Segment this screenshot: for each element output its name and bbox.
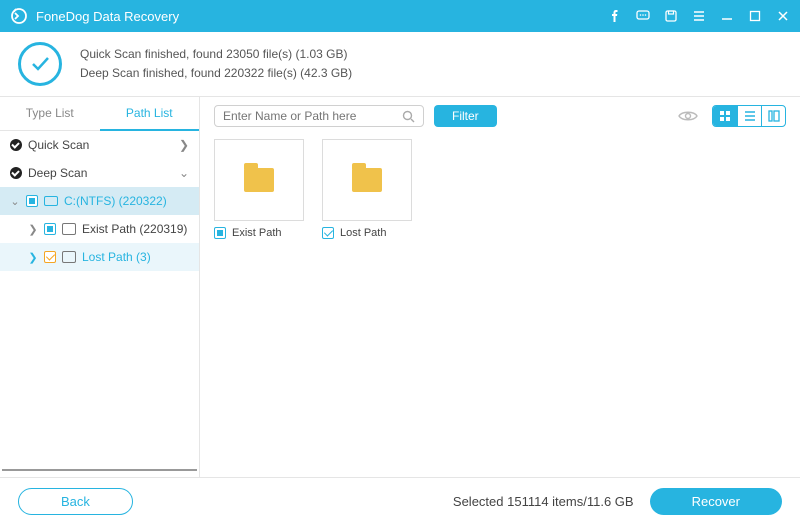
menu-icon[interactable] bbox=[692, 9, 706, 23]
folder-icon bbox=[62, 251, 76, 263]
folder-card-exist-path[interactable]: Exist Path bbox=[214, 139, 304, 239]
quick-scan-status: Quick Scan finished, found 23050 file(s)… bbox=[80, 45, 352, 64]
checkbox-checked-icon[interactable] bbox=[44, 251, 56, 263]
tree-label: Exist Path (220319) bbox=[82, 222, 187, 236]
filter-button[interactable]: Filter bbox=[434, 105, 497, 127]
tree-label: Deep Scan bbox=[28, 166, 87, 180]
view-toggle bbox=[712, 105, 786, 127]
tree-quick-scan[interactable]: Quick Scan ❯ bbox=[0, 131, 199, 159]
path-tree: Quick Scan ❯ Deep Scan ⌄ ⌄ C:(NTFS) (220… bbox=[0, 131, 199, 469]
folder-card-lost-path[interactable]: Lost Path bbox=[322, 139, 412, 239]
search-input[interactable] bbox=[223, 109, 402, 123]
folder-thumb bbox=[214, 139, 304, 221]
folder-icon bbox=[244, 168, 274, 192]
tree-label: Quick Scan bbox=[28, 138, 89, 152]
app-logo-icon bbox=[10, 7, 28, 25]
titlebar: FoneDog Data Recovery bbox=[0, 0, 800, 32]
sidebar-resize-handle[interactable] bbox=[2, 469, 197, 475]
sidebar: Type List Path List Quick Scan ❯ Deep Sc… bbox=[0, 97, 200, 477]
checkbox-partial-icon[interactable] bbox=[26, 195, 38, 207]
checkbox-partial-icon[interactable] bbox=[214, 227, 226, 239]
preview-icon[interactable] bbox=[678, 109, 698, 123]
view-grid-icon[interactable] bbox=[713, 106, 737, 126]
feedback-icon[interactable] bbox=[636, 9, 650, 23]
view-list-icon[interactable] bbox=[737, 106, 761, 126]
view-detail-icon[interactable] bbox=[761, 106, 785, 126]
checkbox-checked-icon[interactable] bbox=[322, 227, 334, 239]
deep-scan-status: Deep Scan finished, found 220322 file(s)… bbox=[80, 64, 352, 83]
search-box[interactable] bbox=[214, 105, 424, 127]
folder-label: Exist Path bbox=[232, 227, 282, 239]
bullet-check-icon bbox=[10, 167, 22, 179]
search-icon[interactable] bbox=[402, 110, 415, 123]
chevron-down-icon: ⌄ bbox=[10, 195, 20, 208]
footer: Back Selected 151114 items/11.6 GB Recov… bbox=[0, 477, 800, 525]
recover-button[interactable]: Recover bbox=[650, 488, 782, 515]
folder-icon bbox=[352, 168, 382, 192]
tree-label: Lost Path (3) bbox=[82, 250, 151, 264]
back-button[interactable]: Back bbox=[18, 488, 133, 515]
folder-icon bbox=[62, 223, 76, 235]
checkbox-partial-icon[interactable] bbox=[44, 223, 56, 235]
tree-deep-scan[interactable]: Deep Scan ⌄ bbox=[0, 159, 199, 187]
close-icon[interactable] bbox=[776, 9, 790, 23]
folder-thumb bbox=[322, 139, 412, 221]
chevron-right-icon: ❯ bbox=[179, 138, 189, 152]
tab-path-list[interactable]: Path List bbox=[100, 97, 200, 131]
scan-status: Quick Scan finished, found 23050 file(s)… bbox=[0, 32, 800, 97]
check-circle-icon bbox=[18, 42, 62, 86]
drive-icon bbox=[44, 196, 58, 206]
chevron-right-icon: ❯ bbox=[28, 251, 38, 264]
selection-summary: Selected 151114 items/11.6 GB bbox=[453, 494, 634, 509]
bullet-check-icon bbox=[10, 139, 22, 151]
tab-type-list[interactable]: Type List bbox=[0, 97, 100, 131]
tree-exist-path[interactable]: ❯ Exist Path (220319) bbox=[0, 215, 199, 243]
chevron-right-icon: ❯ bbox=[28, 223, 38, 236]
save-icon[interactable] bbox=[664, 9, 678, 23]
folder-grid: Exist Path Lost Path bbox=[200, 135, 800, 243]
chevron-down-icon: ⌄ bbox=[179, 166, 189, 180]
tree-lost-path[interactable]: ❯ Lost Path (3) bbox=[0, 243, 199, 271]
content-area: Filter Exist Path bbox=[200, 97, 800, 477]
minimize-icon[interactable] bbox=[720, 9, 734, 23]
facebook-icon[interactable] bbox=[608, 9, 622, 23]
tree-drive-c[interactable]: ⌄ C:(NTFS) (220322) bbox=[0, 187, 199, 215]
tree-label: C:(NTFS) (220322) bbox=[64, 194, 167, 208]
maximize-icon[interactable] bbox=[748, 9, 762, 23]
folder-label: Lost Path bbox=[340, 227, 386, 239]
content-toolbar: Filter bbox=[200, 97, 800, 135]
app-title: FoneDog Data Recovery bbox=[36, 9, 608, 24]
